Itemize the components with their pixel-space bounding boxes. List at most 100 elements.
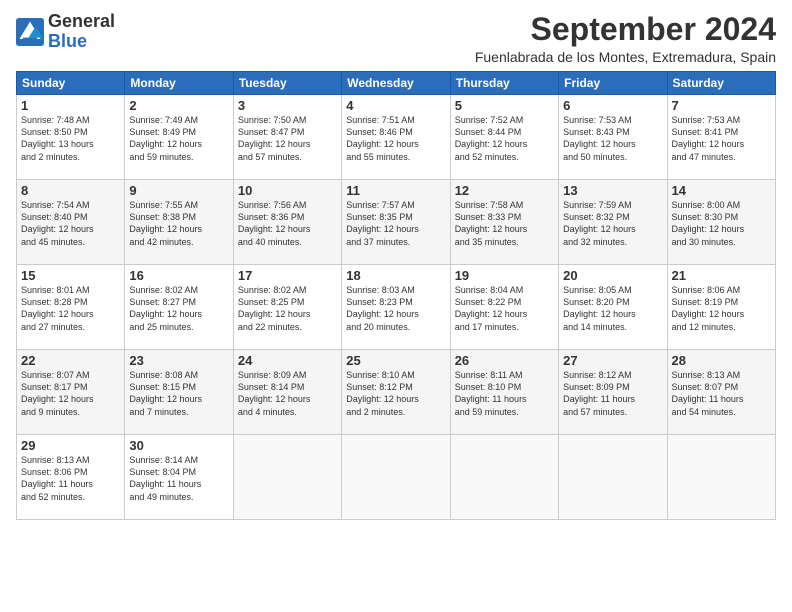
day-number: 29 [21,438,120,453]
page: General Blue September 2024 Fuenlabrada … [0,0,792,612]
day-info: Sunrise: 8:13 AMSunset: 8:06 PMDaylight:… [21,454,120,503]
calendar-cell: 22Sunrise: 8:07 AMSunset: 8:17 PMDayligh… [17,350,125,435]
calendar-cell: 30Sunrise: 8:14 AMSunset: 8:04 PMDayligh… [125,435,233,520]
calendar-cell: 29Sunrise: 8:13 AMSunset: 8:06 PMDayligh… [17,435,125,520]
day-number: 20 [563,268,662,283]
calendar-week-row: 22Sunrise: 8:07 AMSunset: 8:17 PMDayligh… [17,350,776,435]
day-info: Sunrise: 8:06 AMSunset: 8:19 PMDaylight:… [672,284,771,333]
day-number: 30 [129,438,228,453]
day-number: 8 [21,183,120,198]
day-number: 21 [672,268,771,283]
calendar-cell [450,435,558,520]
day-number: 11 [346,183,445,198]
calendar-cell: 19Sunrise: 8:04 AMSunset: 8:22 PMDayligh… [450,265,558,350]
day-info: Sunrise: 8:10 AMSunset: 8:12 PMDaylight:… [346,369,445,418]
day-info: Sunrise: 8:14 AMSunset: 8:04 PMDaylight:… [129,454,228,503]
calendar-header-cell: Thursday [450,72,558,95]
calendar-cell [342,435,450,520]
day-info: Sunrise: 7:54 AMSunset: 8:40 PMDaylight:… [21,199,120,248]
day-number: 27 [563,353,662,368]
logo-blue: Blue [48,32,115,52]
day-number: 9 [129,183,228,198]
calendar-header-row: SundayMondayTuesdayWednesdayThursdayFrid… [17,72,776,95]
day-info: Sunrise: 8:08 AMSunset: 8:15 PMDaylight:… [129,369,228,418]
calendar-week-row: 29Sunrise: 8:13 AMSunset: 8:06 PMDayligh… [17,435,776,520]
calendar-week-row: 15Sunrise: 8:01 AMSunset: 8:28 PMDayligh… [17,265,776,350]
day-info: Sunrise: 8:13 AMSunset: 8:07 PMDaylight:… [672,369,771,418]
day-number: 14 [672,183,771,198]
day-number: 10 [238,183,337,198]
day-info: Sunrise: 7:53 AMSunset: 8:41 PMDaylight:… [672,114,771,163]
calendar-body: 1Sunrise: 7:48 AMSunset: 8:50 PMDaylight… [17,95,776,520]
calendar-cell: 8Sunrise: 7:54 AMSunset: 8:40 PMDaylight… [17,180,125,265]
calendar-cell: 13Sunrise: 7:59 AMSunset: 8:32 PMDayligh… [559,180,667,265]
day-info: Sunrise: 8:03 AMSunset: 8:23 PMDaylight:… [346,284,445,333]
month-title: September 2024 [475,12,776,47]
day-number: 17 [238,268,337,283]
calendar-cell: 3Sunrise: 7:50 AMSunset: 8:47 PMDaylight… [233,95,341,180]
calendar-cell: 11Sunrise: 7:57 AMSunset: 8:35 PMDayligh… [342,180,450,265]
day-info: Sunrise: 7:51 AMSunset: 8:46 PMDaylight:… [346,114,445,163]
day-number: 13 [563,183,662,198]
calendar-header-cell: Tuesday [233,72,341,95]
day-number: 16 [129,268,228,283]
calendar-cell: 7Sunrise: 7:53 AMSunset: 8:41 PMDaylight… [667,95,775,180]
day-info: Sunrise: 8:01 AMSunset: 8:28 PMDaylight:… [21,284,120,333]
calendar-header-cell: Monday [125,72,233,95]
title-area: September 2024 Fuenlabrada de los Montes… [475,12,776,65]
day-info: Sunrise: 8:02 AMSunset: 8:27 PMDaylight:… [129,284,228,333]
day-info: Sunrise: 8:07 AMSunset: 8:17 PMDaylight:… [21,369,120,418]
calendar-cell [667,435,775,520]
calendar-cell [559,435,667,520]
calendar-header-cell: Sunday [17,72,125,95]
day-info: Sunrise: 8:02 AMSunset: 8:25 PMDaylight:… [238,284,337,333]
calendar-cell: 6Sunrise: 7:53 AMSunset: 8:43 PMDaylight… [559,95,667,180]
day-number: 5 [455,98,554,113]
general-blue-icon [16,18,44,46]
day-info: Sunrise: 8:05 AMSunset: 8:20 PMDaylight:… [563,284,662,333]
calendar-cell: 16Sunrise: 8:02 AMSunset: 8:27 PMDayligh… [125,265,233,350]
calendar-cell: 28Sunrise: 8:13 AMSunset: 8:07 PMDayligh… [667,350,775,435]
calendar-header: SundayMondayTuesdayWednesdayThursdayFrid… [17,72,776,95]
calendar-cell: 15Sunrise: 8:01 AMSunset: 8:28 PMDayligh… [17,265,125,350]
day-number: 18 [346,268,445,283]
day-number: 23 [129,353,228,368]
day-info: Sunrise: 8:04 AMSunset: 8:22 PMDaylight:… [455,284,554,333]
calendar-cell: 10Sunrise: 7:56 AMSunset: 8:36 PMDayligh… [233,180,341,265]
calendar-cell: 14Sunrise: 8:00 AMSunset: 8:30 PMDayligh… [667,180,775,265]
day-number: 6 [563,98,662,113]
calendar-cell: 9Sunrise: 7:55 AMSunset: 8:38 PMDaylight… [125,180,233,265]
day-info: Sunrise: 7:59 AMSunset: 8:32 PMDaylight:… [563,199,662,248]
day-info: Sunrise: 7:53 AMSunset: 8:43 PMDaylight:… [563,114,662,163]
calendar-cell: 21Sunrise: 8:06 AMSunset: 8:19 PMDayligh… [667,265,775,350]
day-info: Sunrise: 7:48 AMSunset: 8:50 PMDaylight:… [21,114,120,163]
calendar-cell: 26Sunrise: 8:11 AMSunset: 8:10 PMDayligh… [450,350,558,435]
calendar: SundayMondayTuesdayWednesdayThursdayFrid… [16,71,776,520]
calendar-cell: 17Sunrise: 8:02 AMSunset: 8:25 PMDayligh… [233,265,341,350]
calendar-cell [233,435,341,520]
day-number: 12 [455,183,554,198]
calendar-header-cell: Friday [559,72,667,95]
day-number: 26 [455,353,554,368]
logo-text: General Blue [48,12,115,52]
calendar-cell: 25Sunrise: 8:10 AMSunset: 8:12 PMDayligh… [342,350,450,435]
calendar-cell: 4Sunrise: 7:51 AMSunset: 8:46 PMDaylight… [342,95,450,180]
day-number: 24 [238,353,337,368]
day-info: Sunrise: 7:49 AMSunset: 8:49 PMDaylight:… [129,114,228,163]
calendar-cell: 5Sunrise: 7:52 AMSunset: 8:44 PMDaylight… [450,95,558,180]
header: General Blue September 2024 Fuenlabrada … [16,12,776,65]
day-info: Sunrise: 7:56 AMSunset: 8:36 PMDaylight:… [238,199,337,248]
day-info: Sunrise: 8:09 AMSunset: 8:14 PMDaylight:… [238,369,337,418]
day-info: Sunrise: 8:12 AMSunset: 8:09 PMDaylight:… [563,369,662,418]
day-info: Sunrise: 7:52 AMSunset: 8:44 PMDaylight:… [455,114,554,163]
day-info: Sunrise: 7:57 AMSunset: 8:35 PMDaylight:… [346,199,445,248]
logo-area: General Blue [16,12,115,52]
day-number: 4 [346,98,445,113]
day-info: Sunrise: 7:50 AMSunset: 8:47 PMDaylight:… [238,114,337,163]
calendar-header-cell: Wednesday [342,72,450,95]
day-number: 3 [238,98,337,113]
calendar-week-row: 1Sunrise: 7:48 AMSunset: 8:50 PMDaylight… [17,95,776,180]
day-number: 28 [672,353,771,368]
day-number: 15 [21,268,120,283]
calendar-cell: 24Sunrise: 8:09 AMSunset: 8:14 PMDayligh… [233,350,341,435]
